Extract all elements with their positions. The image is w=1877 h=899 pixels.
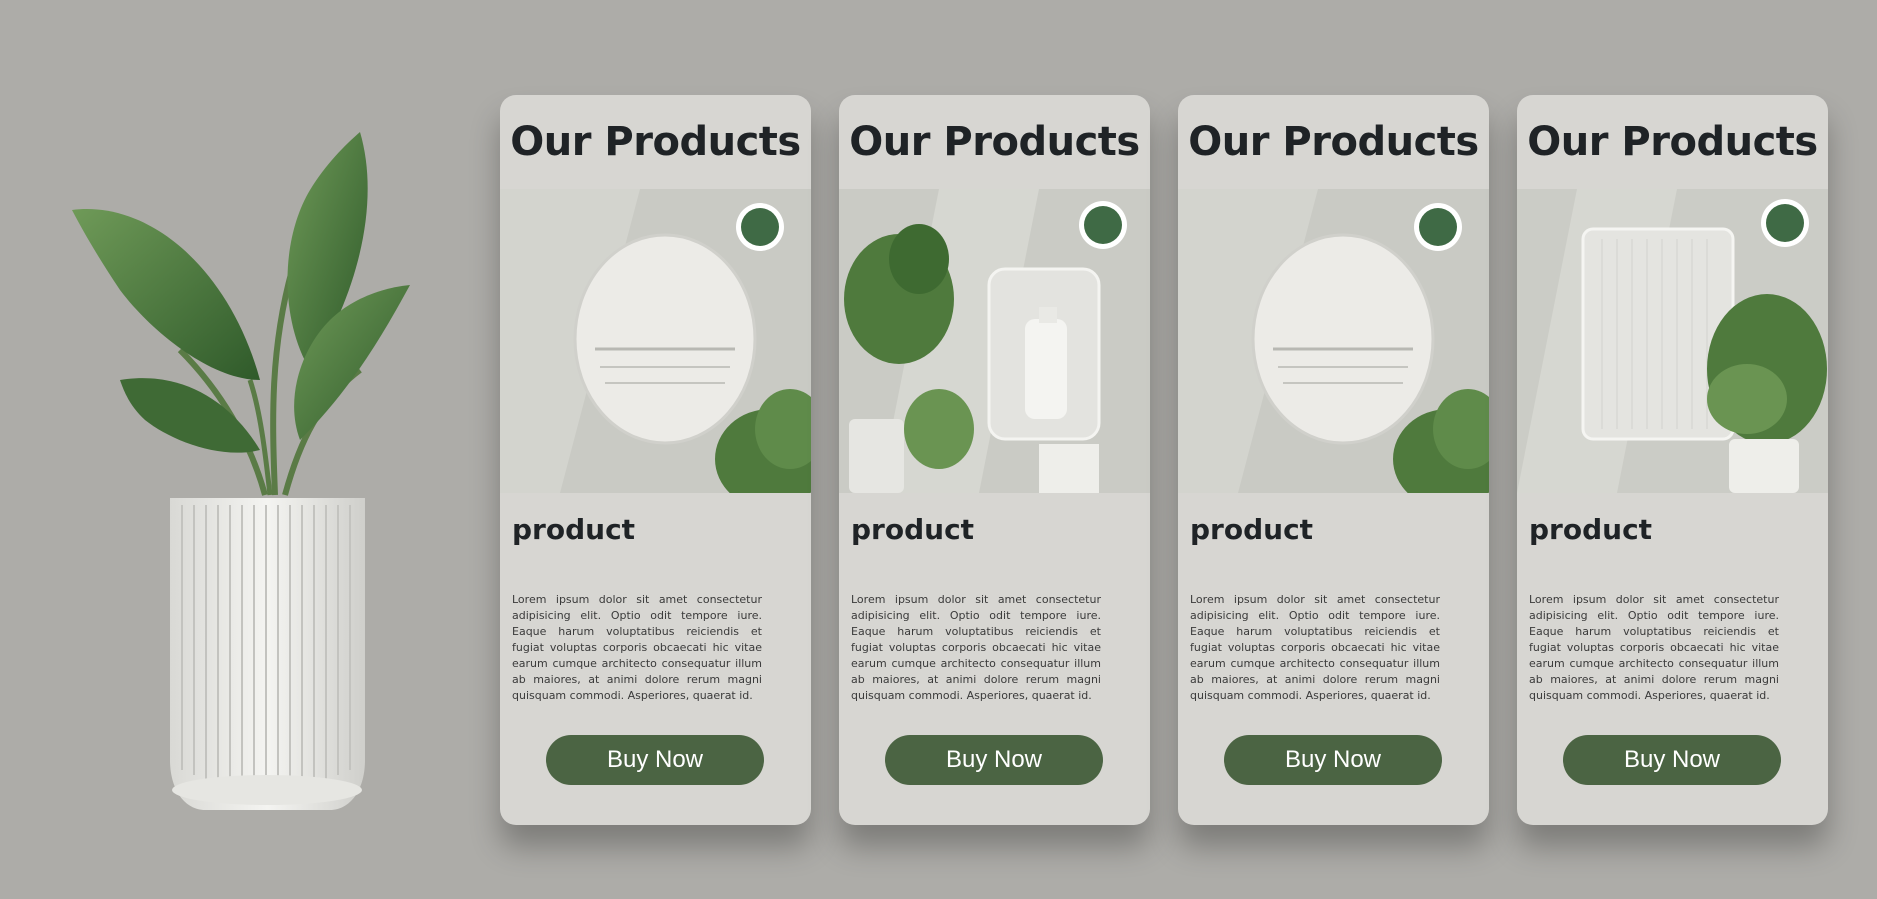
buy-now-button[interactable]: Buy Now: [1224, 735, 1442, 785]
product-cards: Our Products product Lorem ipsum dolor s…: [500, 95, 1828, 825]
product-image: [1178, 189, 1489, 493]
potted-plant-image: [72, 132, 410, 810]
product-card: Our Products product Lorem ipsum dolor s…: [500, 95, 811, 825]
product-card: Our Products product Lorem ipsum dolor s…: [1178, 95, 1489, 825]
card-title: Our Products: [849, 119, 1140, 165]
product-name: product: [512, 513, 636, 546]
product-description: Lorem ipsum dolor sit amet consectetur a…: [512, 593, 762, 702]
product-description: Lorem ipsum dolor sit amet consectetur a…: [1190, 593, 1440, 702]
product-description: Lorem ipsum dolor sit amet consectetur a…: [1529, 593, 1779, 702]
product-image: [500, 189, 811, 493]
card-title: Our Products: [510, 119, 801, 165]
product-image: [839, 189, 1150, 493]
product-name: product: [851, 513, 975, 546]
product-name: product: [1190, 513, 1314, 546]
product-card: Our Products product Lorem ipsum dolor s: [1517, 95, 1828, 825]
card-title: Our Products: [1188, 119, 1479, 165]
buy-now-button[interactable]: Buy Now: [546, 735, 764, 785]
product-name: product: [1529, 513, 1653, 546]
product-description: Lorem ipsum dolor sit amet consectetur a…: [851, 593, 1101, 702]
buy-now-button[interactable]: Buy Now: [1563, 735, 1781, 785]
product-image: [1517, 189, 1828, 493]
product-card: Our Products product Lorem ipsum dolor s…: [839, 95, 1150, 825]
card-title: Our Products: [1527, 119, 1818, 165]
buy-now-button[interactable]: Buy Now: [885, 735, 1103, 785]
